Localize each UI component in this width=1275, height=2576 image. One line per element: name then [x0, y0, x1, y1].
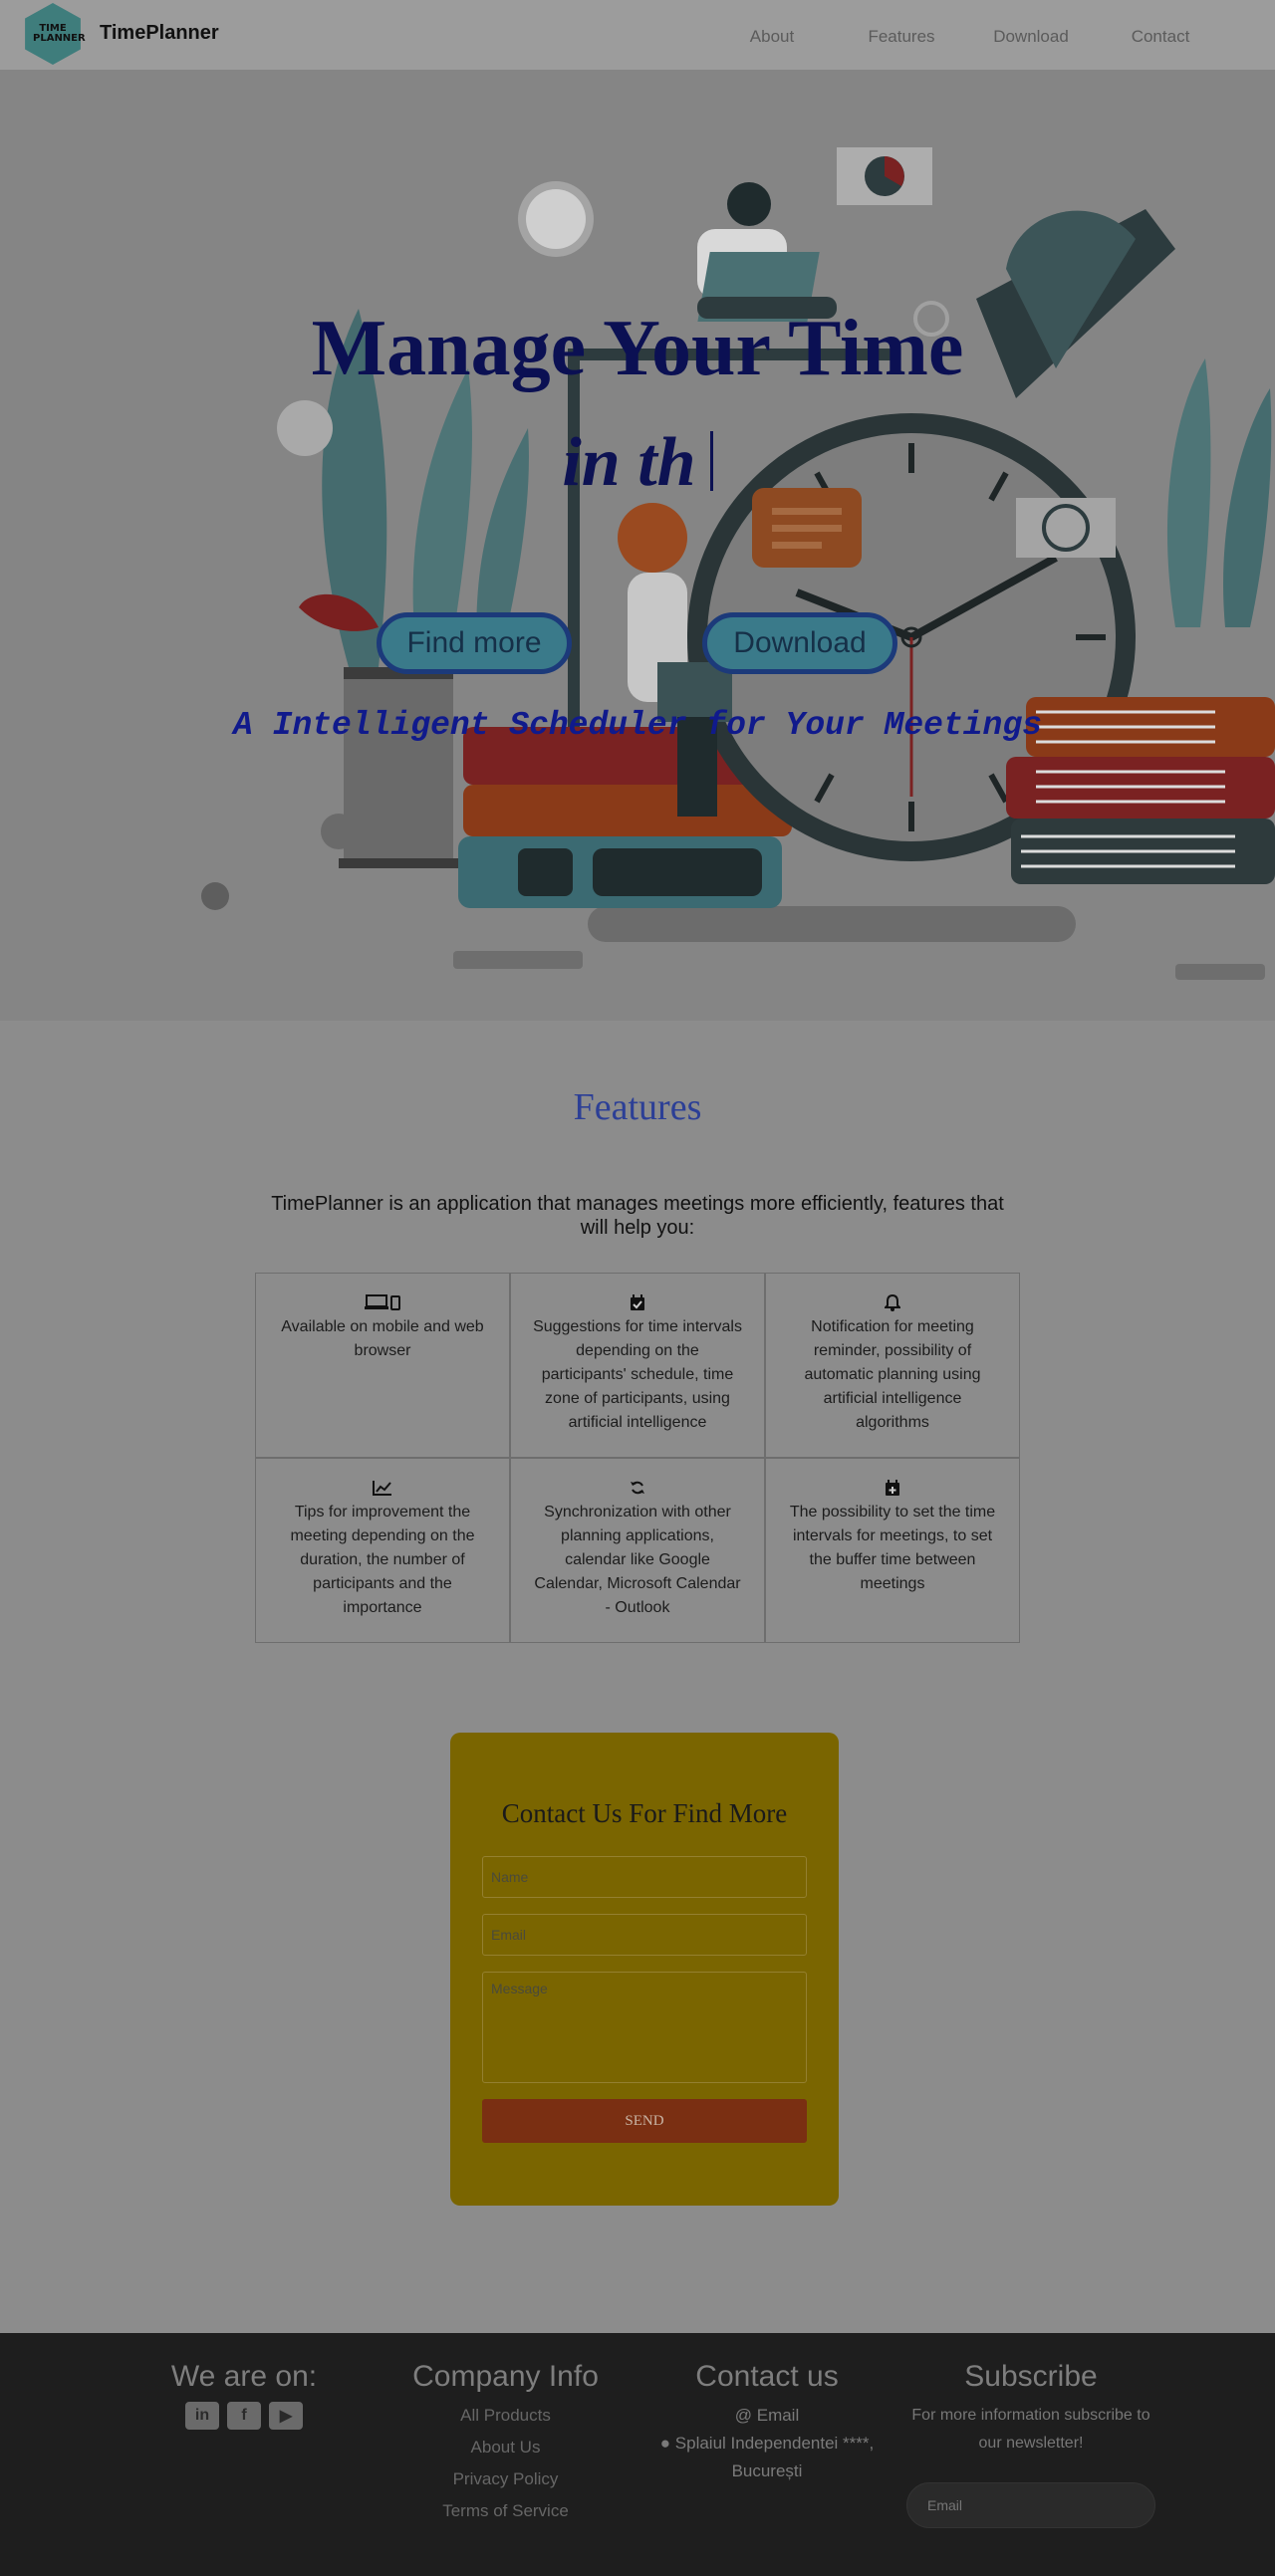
feature-card: Notification for meeting reminder, possi…	[765, 1273, 1020, 1458]
linkedin-icon[interactable]: in	[185, 2402, 219, 2430]
email-input[interactable]	[482, 1914, 807, 1956]
contact-title: Contact Us For Find More	[501, 1798, 788, 1828]
name-input[interactable]	[482, 1856, 807, 1898]
footer-social: We are on: in f ▶	[129, 2333, 359, 2430]
feature-text: The possibility to set the time interval…	[789, 1504, 996, 1592]
hero-illustration	[201, 147, 1275, 980]
feature-text: Tips for improvement the meeting dependi…	[290, 1504, 475, 1616]
footer-subscribe: Subscribe For more information subscribe…	[901, 2333, 1160, 2458]
feature-text: Synchronization with other planning appl…	[534, 1504, 741, 1616]
footer-email[interactable]: @ Email	[638, 2402, 896, 2430]
subscribe-text: For more information subscribe to our ne…	[911, 2407, 1150, 2452]
logo[interactable]: TIME PLANNER	[22, 3, 86, 65]
facebook-icon[interactable]: f	[227, 2402, 261, 2430]
footer: We are on: in f ▶ Company Info All Produ…	[0, 2333, 1275, 2576]
feature-card: Tips for improvement the meeting dependi…	[255, 1458, 510, 1643]
hero-title: Manage Your Time	[311, 305, 964, 392]
footer-subscribe-title: Subscribe	[964, 2360, 1098, 2393]
footer-link-all-products[interactable]: All Products	[398, 2406, 613, 2426]
footer-contact: Contact us @ Email ● Splaiul Independent…	[638, 2333, 896, 2485]
chart-line-icon	[278, 1477, 487, 1499]
contact-form: Contact Us For Find More SEND	[450, 1733, 839, 2206]
footer-link-terms[interactable]: Terms of Service	[398, 2501, 613, 2521]
nav-link-contact[interactable]: Contact	[1096, 27, 1225, 47]
feature-card: Synchronization with other planning appl…	[510, 1458, 765, 1643]
send-button[interactable]: SEND	[482, 2099, 807, 2143]
feature-text: Available on mobile and web browser	[281, 1318, 484, 1359]
subscribe-email-input[interactable]	[906, 2482, 1155, 2528]
download-button[interactable]: Download	[702, 612, 897, 674]
find-more-button[interactable]: Find more	[377, 612, 572, 674]
hero-section: Manage Your Time in th Find more Downloa…	[0, 70, 1275, 1021]
feature-card: Suggestions for time intervals depending…	[510, 1273, 765, 1458]
features-intro: TimePlanner is an application that manag…	[271, 1193, 1004, 1239]
hero-typed-value: in th	[562, 424, 696, 501]
bell-icon	[788, 1291, 997, 1313]
nav-link-download[interactable]: Download	[966, 27, 1096, 47]
footer-company-title: Company Info	[412, 2360, 599, 2393]
feature-card: Available on mobile and web browser	[255, 1273, 510, 1458]
nav-link-about[interactable]: About	[707, 27, 837, 47]
message-textarea[interactable]	[482, 1972, 807, 2083]
social-links: in f ▶	[129, 2402, 359, 2430]
footer-social-title: We are on:	[170, 2360, 318, 2393]
footer-address-line-1: Splaiul Independentei ****,	[674, 2434, 875, 2453]
hero-typed-text: in th	[0, 423, 1275, 503]
map-marker-icon: ●	[659, 2434, 671, 2453]
footer-address: ● Splaiul Independentei ****,	[638, 2430, 896, 2458]
nav-links: About Features Download Contact	[707, 27, 1225, 47]
calendar-check-icon	[533, 1291, 742, 1313]
typing-caret	[709, 431, 713, 491]
features-grid: Available on mobile and web browser Sugg…	[255, 1273, 1020, 1643]
calendar-plus-icon	[788, 1477, 997, 1499]
logo-text: TIME PLANNER	[33, 23, 86, 44]
feature-card: The possibility to set the time interval…	[765, 1458, 1020, 1643]
features-title: Features	[573, 1086, 702, 1128]
sync-icon	[533, 1477, 742, 1499]
footer-link-about-us[interactable]: About Us	[398, 2438, 613, 2458]
feature-text: Notification for meeting reminder, possi…	[804, 1318, 981, 1431]
hero-subtitle: A Intelligent Scheduler for Your Meeting…	[233, 707, 1042, 744]
footer-company: Company Info All Products About Us Priva…	[398, 2333, 613, 2521]
top-navbar: TIME PLANNER TimePlanner About Features …	[0, 0, 1275, 70]
nav-link-features[interactable]: Features	[837, 27, 966, 47]
footer-link-privacy[interactable]: Privacy Policy	[398, 2469, 613, 2489]
devices-icon	[278, 1291, 487, 1313]
brand-name[interactable]: TimePlanner	[100, 22, 219, 45]
footer-address-line-2: București	[731, 2461, 803, 2480]
feature-text: Suggestions for time intervals depending…	[533, 1318, 742, 1431]
youtube-icon[interactable]: ▶	[269, 2402, 303, 2430]
footer-contact-title: Contact us	[695, 2360, 839, 2393]
